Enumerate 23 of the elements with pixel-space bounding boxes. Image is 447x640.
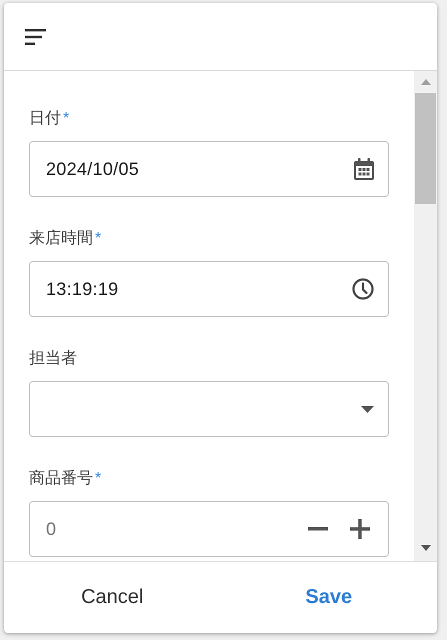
number-field[interactable]: 0 xyxy=(29,501,389,557)
scroll-down-icon[interactable] xyxy=(420,545,430,551)
required-mark: * xyxy=(95,469,102,489)
required-mark: * xyxy=(63,109,70,129)
cancel-button[interactable]: Cancel xyxy=(4,562,220,633)
placeholder-text: 0 xyxy=(46,518,58,540)
field-label: 来店時間 xyxy=(29,229,93,249)
field-label: 担当者 xyxy=(29,349,77,369)
minus-icon xyxy=(308,527,328,531)
menu-icon[interactable] xyxy=(25,28,46,44)
scrollbar[interactable] xyxy=(414,71,437,561)
scrollbar-thumb[interactable] xyxy=(415,93,436,204)
select-field[interactable] xyxy=(29,381,389,437)
field-label: 日付 xyxy=(29,109,61,129)
caret-icon[interactable] xyxy=(361,406,374,412)
time-field[interactable]: 13:19:19 xyxy=(29,261,389,317)
clock-icon[interactable] xyxy=(352,278,374,300)
save-button[interactable]: Save xyxy=(220,562,437,633)
plus-icon xyxy=(350,519,370,539)
field-label: 商品番号 xyxy=(29,469,93,489)
date-field[interactable]: 2024/10/05 xyxy=(29,141,389,197)
required-mark: * xyxy=(95,229,102,249)
calendar-icon[interactable] xyxy=(354,158,374,180)
